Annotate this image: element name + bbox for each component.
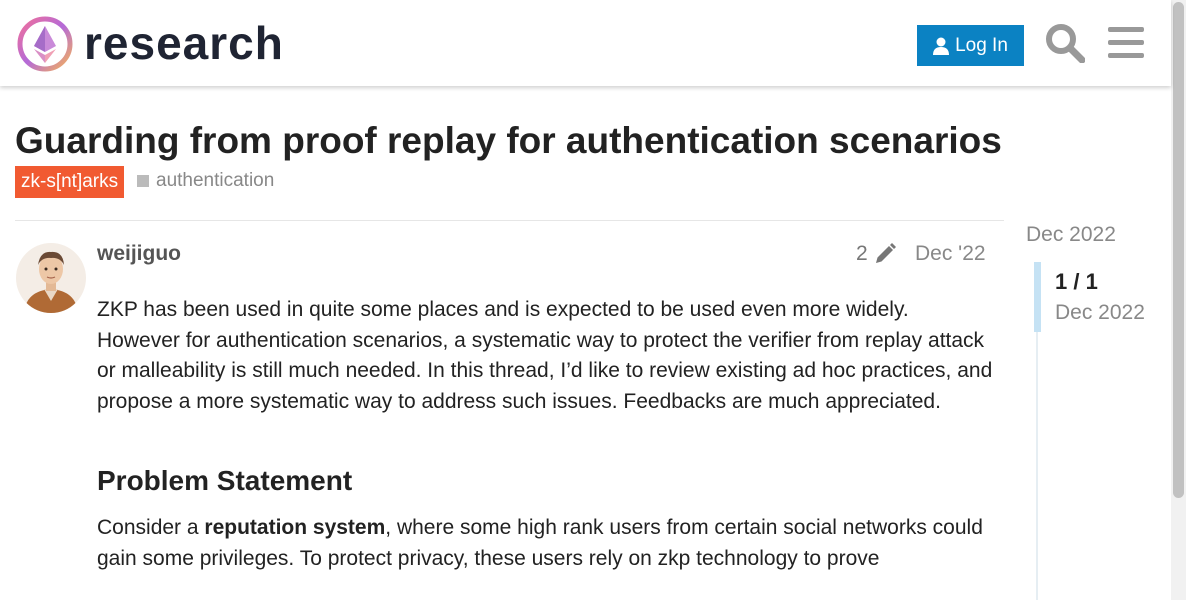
pencil-icon: [875, 243, 896, 263]
site-header: research Log In: [0, 0, 1171, 86]
tag-square-icon: [137, 175, 149, 187]
post-author[interactable]: weijiguo: [97, 240, 181, 268]
timeline-current-date: Dec 2022: [1055, 301, 1145, 324]
ethereum-research-logo[interactable]: [16, 15, 74, 73]
timeline-start-date[interactable]: Dec 2022: [1026, 221, 1116, 249]
login-label: Log In: [955, 34, 1008, 56]
post-date[interactable]: Dec '22: [915, 240, 986, 268]
hamburger-menu-icon[interactable]: [1108, 27, 1144, 64]
paragraph-text: Consider a: [97, 516, 205, 539]
user-icon: [933, 37, 950, 55]
post-paragraph: Consider a reputation system, where some…: [97, 513, 997, 574]
edit-history-button[interactable]: 2: [856, 240, 896, 268]
post-body: ZKP has been used in quite some places a…: [97, 295, 997, 574]
post-divider: [15, 220, 1004, 221]
bold-text: reputation system: [204, 516, 386, 539]
login-button[interactable]: Log In: [917, 25, 1024, 66]
tag-authentication[interactable]: authentication: [156, 169, 274, 193]
page-scrollbar[interactable]: [1171, 0, 1186, 600]
timeline-post-count: 1 / 1: [1055, 269, 1098, 294]
search-icon[interactable]: [1045, 23, 1086, 68]
topic-title[interactable]: Guarding from proof replay for authentic…: [15, 117, 1002, 165]
scrollbar-thumb[interactable]: [1173, 2, 1184, 498]
edit-count: 2: [856, 242, 868, 265]
section-heading: Problem Statement: [97, 465, 353, 496]
timeline-handle[interactable]: [1034, 262, 1041, 332]
post-paragraph: ZKP has been used in quite some places a…: [97, 298, 993, 413]
avatar[interactable]: [16, 243, 86, 313]
site-brand[interactable]: research: [84, 14, 284, 72]
category-badge[interactable]: zk-s[nt]arks: [15, 166, 125, 198]
